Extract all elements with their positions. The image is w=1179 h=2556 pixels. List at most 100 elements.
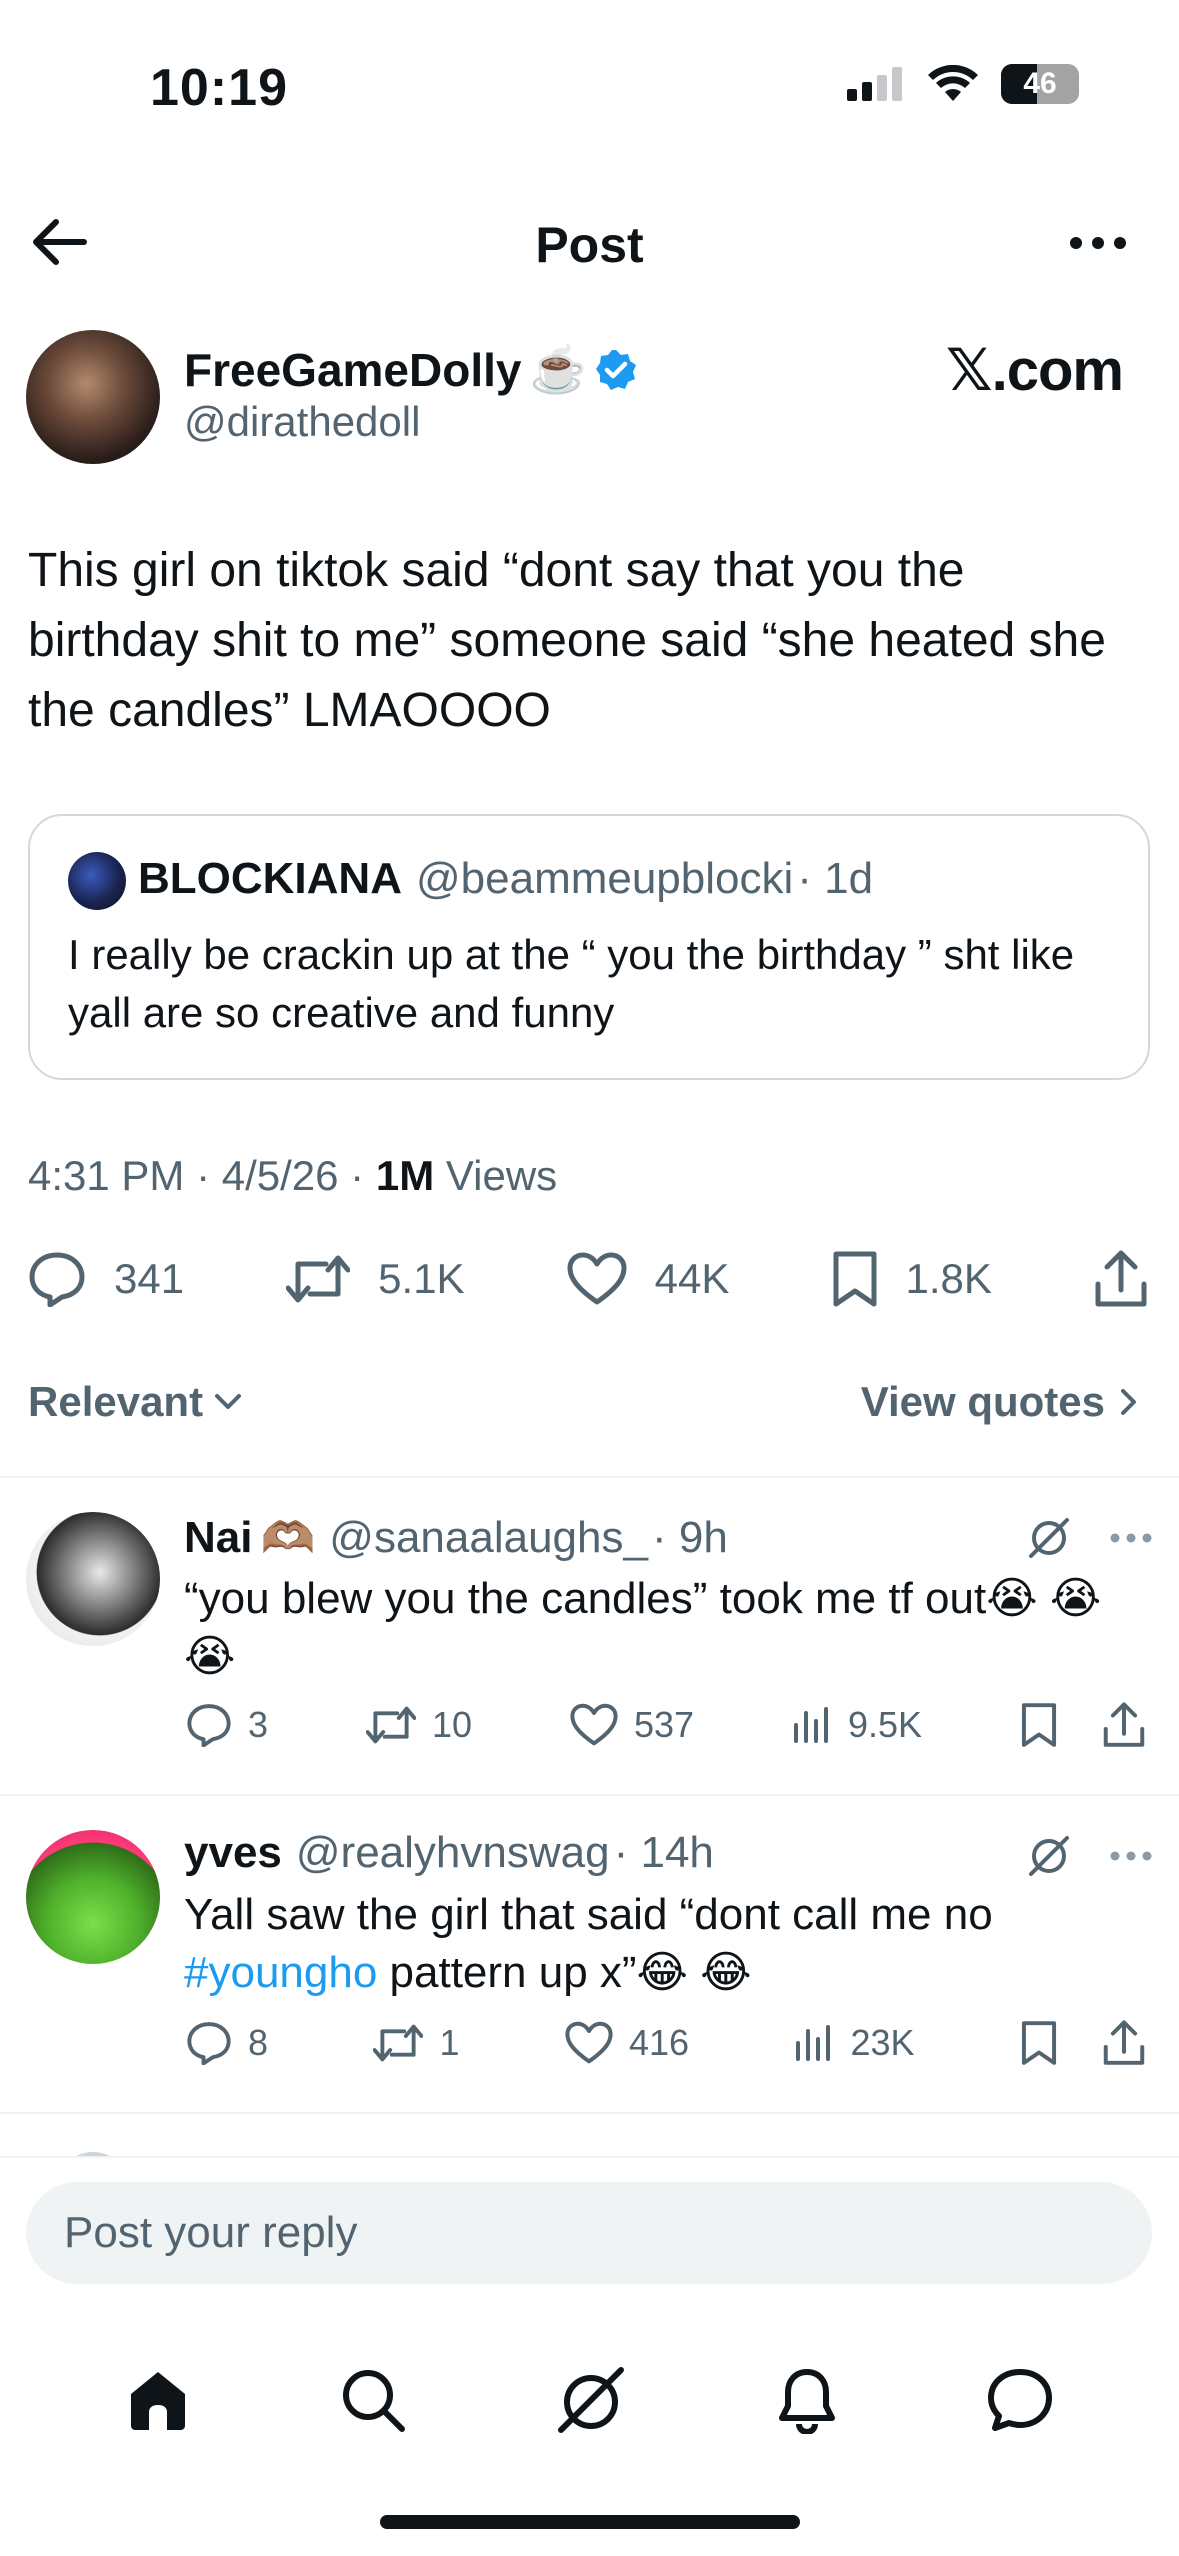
- battery-indicator: 46: [1001, 64, 1079, 104]
- chevron-right-icon: [1121, 1389, 1136, 1415]
- reply-input[interactable]: Post your reply: [26, 2182, 1152, 2284]
- home-icon[interactable]: [125, 2368, 191, 2432]
- status-time: 10:19: [150, 59, 288, 117]
- reply-count: 3: [248, 1704, 269, 1745]
- messages-icon[interactable]: [986, 2367, 1054, 2433]
- like-button[interactable]: 537: [570, 1703, 694, 1747]
- search-icon[interactable]: [340, 2367, 406, 2433]
- bottom-tab-bar: [0, 2340, 1179, 2460]
- author-name: FreeGameDolly: [184, 343, 522, 396]
- quote-time: · 1d: [797, 854, 874, 903]
- quote-header: BLOCKIANA @beammeupblocki · 1d: [138, 854, 873, 904]
- reply-avatar[interactable]: [26, 1512, 160, 1646]
- quoted-post[interactable]: BLOCKIANA @beammeupblocki · 1d I really …: [28, 814, 1150, 1080]
- reply-text: Yall saw the girl that said “dont call m…: [184, 1886, 1144, 2002]
- share-icon[interactable]: [1102, 1702, 1146, 1748]
- page-title: Post: [535, 217, 644, 273]
- author-avatar[interactable]: [26, 330, 160, 464]
- reply-input-placeholder: Post your reply: [64, 2208, 358, 2257]
- author-emoji: ☕️: [529, 343, 587, 395]
- divider: [0, 2156, 1179, 2158]
- repost-count: 5.1K: [378, 1255, 465, 1302]
- sort-label: Relevant: [28, 1378, 204, 1425]
- bookmark-count: 1.8K: [905, 1255, 992, 1302]
- reply-button[interactable]: 8: [186, 2021, 268, 2065]
- view-quotes-label: View quotes: [860, 1378, 1105, 1425]
- like-button[interactable]: 416: [565, 2021, 689, 2065]
- repost-button[interactable]: 5.1K: [286, 1254, 465, 1304]
- quote-author-handle: @beammeupblocki: [415, 854, 794, 903]
- heart-icon: [570, 1703, 618, 1746]
- views-count: 9.5K: [847, 1704, 923, 1745]
- like-count: 537: [633, 1704, 695, 1745]
- bookmark-icon: [833, 1251, 876, 1307]
- more-horizontal-icon[interactable]: [1069, 236, 1127, 250]
- repost-icon: [286, 1255, 351, 1303]
- heart-icon: [565, 2021, 613, 2064]
- views-button[interactable]: 23K: [794, 2022, 915, 2064]
- grok-icon[interactable]: [1027, 1516, 1071, 1560]
- reply-item[interactable]: yves @realyhvnswag · 14h Yall saw the gi…: [0, 1794, 1179, 2112]
- notifications-bell-icon[interactable]: [777, 2366, 837, 2434]
- reply-header: Nai 🫶🏽 @sanaalaughs_ · 9h: [184, 1512, 728, 1564]
- verified-badge-icon: [595, 349, 636, 390]
- reply-author-name[interactable]: yves: [184, 1828, 282, 1878]
- bookmark-button[interactable]: 1.8K: [832, 1250, 992, 1308]
- share-icon[interactable]: [1102, 2020, 1146, 2066]
- views-count: 1M: [375, 1152, 435, 1199]
- like-count: 44K: [654, 1255, 730, 1302]
- post-actions: 341 5.1K 44K 1.8K: [28, 1250, 1148, 1308]
- reply-avatar[interactable]: [26, 1830, 160, 1964]
- chevron-down-icon: [215, 1394, 242, 1409]
- more-horizontal-icon[interactable]: [1109, 1532, 1153, 1544]
- repost-count: 1: [439, 2022, 460, 2063]
- reply-count: 341: [114, 1255, 185, 1302]
- view-quotes-link[interactable]: View quotes: [861, 1378, 1139, 1426]
- heart-icon: [567, 1252, 627, 1305]
- more-horizontal-icon[interactable]: [1109, 1850, 1153, 1862]
- like-button[interactable]: 44K: [567, 1252, 730, 1306]
- divider: [0, 2112, 1179, 2114]
- status-indicators: 46: [847, 64, 1079, 104]
- post-text: This girl on tiktok said “dont say that …: [28, 544, 1106, 737]
- share-icon[interactable]: [1094, 1250, 1148, 1308]
- reply-text-end: pattern up x”😂 😂: [377, 1948, 752, 1997]
- grok-icon[interactable]: [555, 2364, 627, 2436]
- reply-header: yves @realyhvnswag · 14h: [184, 1828, 714, 1878]
- cellular-signal-icon: [847, 67, 902, 101]
- battery-level: 46: [1023, 67, 1057, 100]
- reply-item[interactable]: Nai 🫶🏽 @sanaalaughs_ · 9h “you blew you …: [0, 1476, 1179, 1794]
- grok-icon[interactable]: [1027, 1834, 1071, 1878]
- quote-text: I really be crackin up at the “ you the …: [68, 931, 1075, 1036]
- repost-button[interactable]: 10: [365, 1704, 473, 1746]
- quote-author-name: BLOCKIANA: [138, 854, 402, 903]
- post-meta: 4:31 PM · 4/5/26 · 1M Views: [28, 1152, 557, 1200]
- like-count: 416: [628, 2022, 690, 2063]
- repost-button[interactable]: 1: [373, 2022, 460, 2064]
- reply-actions: 3 10 537 9.5K: [186, 1702, 1146, 1748]
- reply-button[interactable]: 341: [28, 1251, 184, 1307]
- sort-relevant-dropdown[interactable]: Relevant: [28, 1378, 243, 1426]
- views-count: 23K: [850, 2022, 915, 2063]
- wifi-icon: [928, 65, 978, 101]
- hashtag-link[interactable]: #youngho: [184, 1948, 377, 1997]
- reply-text-start: Yall saw the girl that said “dont call m…: [184, 1890, 993, 1939]
- author-name-row[interactable]: FreeGameDolly ☕️: [184, 342, 637, 397]
- analytics-icon: [796, 2025, 831, 2061]
- reply-actions: 8 1 416 23K: [186, 2020, 1146, 2066]
- reply-author-handle: @sanaalaughs_: [329, 1513, 648, 1562]
- analytics-icon: [793, 1707, 828, 1743]
- reply-text: “you blew you the candles” took me tf ou…: [184, 1574, 1102, 1681]
- reply-author-handle: @realyhvnswag: [295, 1828, 610, 1877]
- repost-icon: [373, 2024, 424, 2062]
- repost-count: 10: [431, 1704, 473, 1745]
- reply-button[interactable]: 3: [186, 1703, 268, 1747]
- views-button[interactable]: 9.5K: [792, 1704, 922, 1746]
- reply-time: · 9h: [651, 1513, 728, 1562]
- home-indicator: [380, 2515, 800, 2529]
- author-handle[interactable]: @dirathedoll: [184, 398, 420, 446]
- reply-author-name[interactable]: Nai: [184, 1513, 252, 1563]
- bookmark-icon[interactable]: [1020, 1702, 1058, 1748]
- bookmark-icon[interactable]: [1020, 2020, 1058, 2066]
- quote-avatar: [68, 852, 126, 910]
